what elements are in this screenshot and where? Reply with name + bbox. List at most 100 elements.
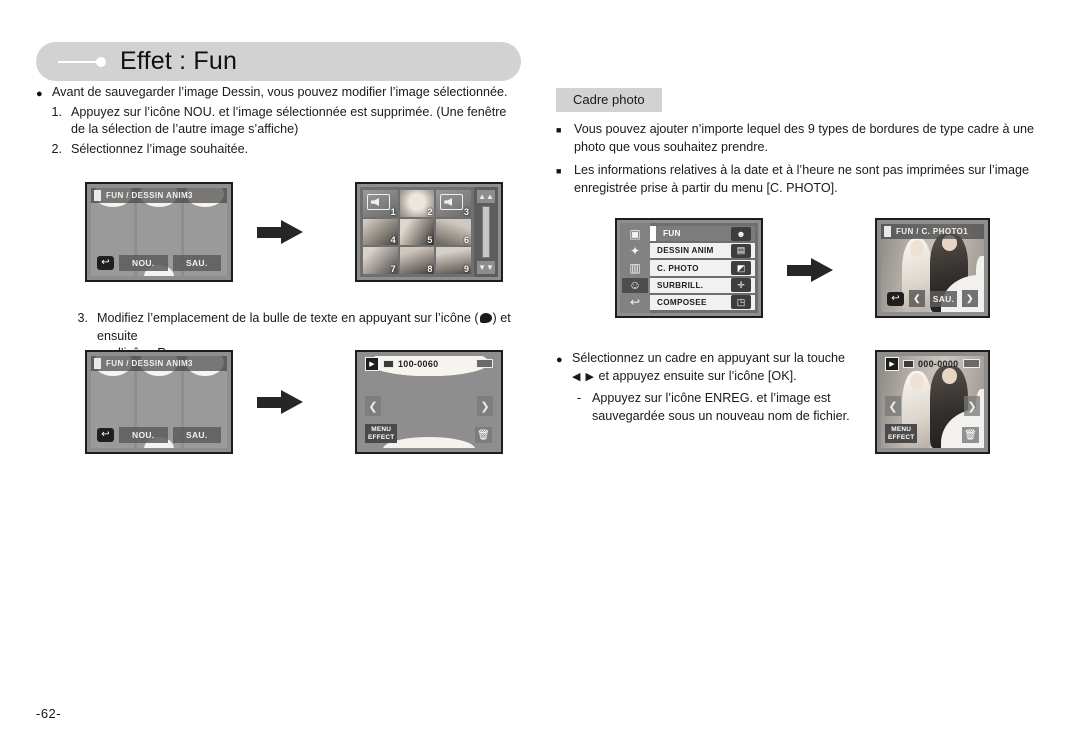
title-tick-icon [94,358,101,369]
trash-icon[interactable]: 🗑 [475,427,492,443]
menu-effect-button[interactable]: MENU EFFECT [885,424,918,443]
file-number: 000-0000 [918,358,959,369]
frame-bullet-2-body: Les informations relatives à la date et … [574,162,1029,197]
lcd-titlebar: FUN / DESSIN ANIM3 [91,188,227,203]
enreg-note-line2: sauvegardée sous un nouveau nom de fichi… [592,408,850,423]
frame-bullet-2: ■ Les informations relatives à la date e… [556,162,1056,197]
select-frame-block: ● Sélectionnez un cadre en appuyant sur … [556,350,886,425]
step-3-number: 3. [77,311,88,325]
thumbnail-number: 1 [390,206,396,217]
thumbnail-grid-screen: 1 2 3 4 5 6 7 8 9 ▲▲ ▼▼ [360,187,498,277]
select-frame-line2-text: et appuyez ensuite sur l’icône [OK]. [598,368,797,383]
step-3-text-before: Modifiez l’emplacement de la bulle de te… [97,311,479,325]
effect-menu-screen: ▣ ✦ ▥ ☺ ↩ FUN ☻ DESSIN ANIM ▤ C. PHOTO ◩… [620,223,758,313]
lcd-title: FUN / C. PHOTO1 [896,227,969,236]
frame-bullet-2-line2: enregistrée prise à partir du menu [C. P… [574,180,838,195]
lcd-inner: 1 2 3 4 5 6 7 8 9 ▲▲ ▼▼ [360,187,498,277]
thumbnail-item[interactable]: 3 [436,190,471,217]
title-tick-icon [884,226,891,237]
save-button[interactable]: SAU. [172,427,221,443]
picture-icon: ▤ [731,243,751,258]
menu-effect-button[interactable]: MENU EFFECT [365,424,398,443]
trash-icon[interactable]: 🗑 [962,427,979,443]
manual-page: Effet : Fun ● Avant de sauvegarder l’ima… [0,0,1080,746]
frame-bullet-1-line1: Vous pouvez ajouter n’importe lequel des… [574,122,1034,136]
menu-item-composee[interactable]: COMPOSEE ◳ [650,294,755,311]
thumbnail-item[interactable]: 4 [363,218,398,246]
frame-icon[interactable]: ▣ [622,226,648,241]
smiley-camera-icon[interactable]: ☺ [622,277,648,293]
menu-icon-column: ▣ ✦ ▥ ☺ ↩ [620,223,650,313]
chevron-up-icon[interactable]: ▲▲ [477,190,495,203]
enreg-note-row: - Appuyez sur l’icône ENREG. et l’image … [572,390,886,425]
step-2-text: Sélectionnez l’image souhaitée. [71,141,249,156]
voice-memo-icon [367,194,390,210]
file-number: 100-0060 [398,358,439,369]
play-icon: ▶ [885,356,899,371]
step-2-row: 2. Sélectionnez l’image souhaitée. [36,141,536,159]
smiley-face-icon: ☻ [731,226,751,241]
prev-arrow-icon[interactable]: ❮ [365,396,381,417]
frame-bullet-1-line2: photo que vous souhaitez prendre. [574,139,768,154]
thumbnail-item[interactable]: 6 [436,218,471,246]
lcd-inner: ▶ 100-0060 ❮ ❯ MENU EFFECT 🗑 [361,356,497,448]
menu-item-surbrill[interactable]: SURBRILL. ✛ [650,277,755,293]
menu-item-label: DESSIN ANIM [657,246,714,256]
menu-item-label: SURBRILL. [657,280,704,290]
select-frame-line1: Sélectionnez un cadre en appuyant sur la… [572,351,846,365]
thumbnail-item[interactable]: 5 [399,218,435,246]
return-icon[interactable]: ↩ [97,428,114,442]
scrollbar[interactable] [482,206,490,258]
menu-label: MENU [371,426,392,433]
enreg-note-line1: Appuyez sur l’icône ENREG. et l’image es… [592,391,831,405]
frame-border-decoration [975,255,984,286]
right-column: Cadre photo ■ Vous pouvez ajouter n’impo… [556,88,1056,198]
step-2-number: 2. [51,141,62,156]
save-button[interactable]: SAU. [930,290,957,307]
return-icon[interactable]: ↩ [97,256,114,270]
lcd-dessin-anim-1: FUN / DESSIN ANIM3 ↩ NOU. SAU. [85,182,233,282]
save-button[interactable]: SAU. [172,255,221,271]
return-icon[interactable]: ↩ [622,295,648,310]
curtain-icon[interactable]: ▥ [622,260,648,275]
bullet-square-icon: ■ [556,125,562,135]
bullet-dot-icon: ● [36,88,43,100]
lcd-playback-left: ▶ 100-0060 ❮ ❯ MENU EFFECT 🗑 [355,350,503,454]
play-icon: ▶ [365,356,379,371]
dash-marker: - [576,391,582,405]
left-column: ● Avant de sauvegarder l’image Dessin, v… [36,84,536,158]
lcd-titlebar: FUN / C. PHOTO1 [881,224,984,239]
next-arrow-icon[interactable]: ❯ [477,396,493,417]
select-frame-line2: ◀ ▶ et appuyez ensuite sur l’icône [OK]. [572,368,845,387]
frame-bullet-1-body: Vous pouvez ajouter n’importe lequel des… [574,121,1034,156]
prev-arrow-icon[interactable]: ❮ [885,396,901,417]
new-button[interactable]: NOU. [119,255,168,271]
playback-topbar: ▶ 000-0000 [881,356,984,371]
menu-item-dessin-anim[interactable]: DESSIN ANIM ▤ [650,243,755,259]
chevron-down-icon[interactable]: ▼▼ [477,261,495,274]
thumbnail-number: 3 [463,206,469,217]
thumbnail-item[interactable]: 1 [363,190,398,217]
thumbnail-number: 5 [427,235,433,246]
next-arrow-icon[interactable]: ❯ [962,290,978,307]
prev-arrow-icon[interactable]: ❮ [909,290,925,307]
next-arrow-icon[interactable]: ❯ [964,396,980,417]
lcd-inner: FUN / DESSIN ANIM3 ↩ NOU. SAU. [91,188,227,276]
battery-icon [476,359,493,368]
new-button[interactable]: NOU. [119,427,168,443]
menu-item-fun[interactable]: FUN ☻ [650,226,755,242]
return-icon[interactable]: ↩ [887,291,904,306]
effect-label: EFFECT [888,433,915,441]
playback-topbar: ▶ 100-0060 [361,356,497,371]
menu-item-c-photo[interactable]: C. PHOTO ◩ [650,260,755,276]
lcd-title: FUN / DESSIN ANIM3 [106,359,193,368]
star-pen-icon[interactable]: ✦ [622,243,648,258]
speech-bubble-icon [479,313,492,323]
flow-arrow-icon [257,390,303,414]
thumbnail-item[interactable]: 9 [436,247,471,274]
thumbnail-item[interactable]: 8 [399,247,435,274]
page-header: Effet : Fun [36,42,521,81]
thumbnail-item[interactable]: 2 [399,190,435,217]
lcd-inner: ▣ ✦ ▥ ☺ ↩ FUN ☻ DESSIN ANIM ▤ C. PHOTO ◩… [620,223,758,313]
thumbnail-item[interactable]: 7 [363,247,398,274]
